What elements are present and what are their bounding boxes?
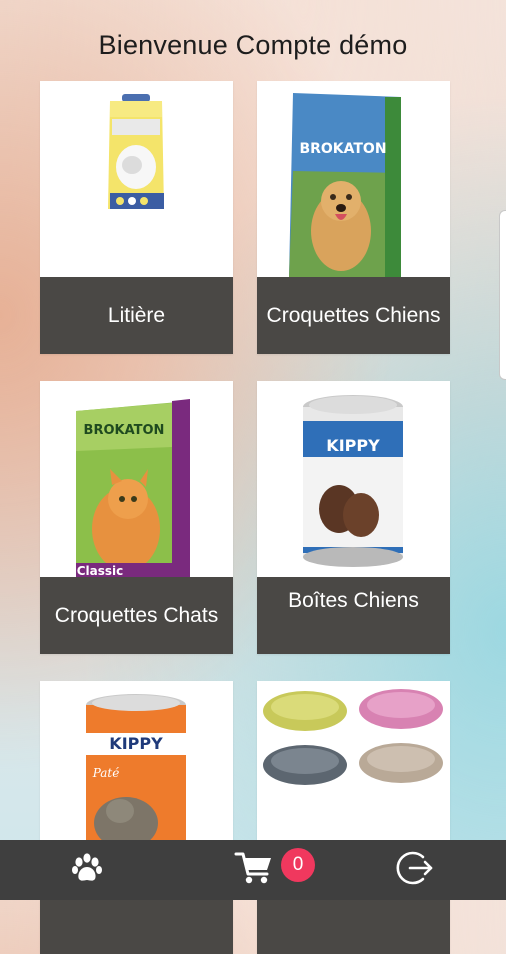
logout-button[interactable] — [388, 840, 442, 900]
category-label: Boîtes Chiens — [257, 577, 450, 654]
brand-text: BROKATON — [84, 423, 165, 438]
category-label: Croquettes Chats — [40, 577, 233, 654]
category-label: Croquettes Chiens — [257, 277, 450, 354]
cart-count-badge: 0 — [281, 848, 315, 882]
variant-text: Paté — [92, 766, 120, 780]
home-button[interactable] — [60, 840, 114, 900]
brand-text: KIPPY — [326, 436, 380, 455]
category-label: Litière — [40, 277, 233, 354]
cart-button[interactable] — [224, 840, 284, 900]
page-title: Bienvenue Compte démo — [98, 30, 408, 60]
category-card-croquettes-chiens[interactable]: BROKATON Croquettes Chiens — [257, 81, 450, 354]
cat-food-bag-image: BROKATON Classic — [40, 381, 233, 577]
litter-bag-image — [40, 81, 233, 277]
brand-text: BROKATON — [299, 141, 386, 157]
edge-scroll-handle[interactable] — [499, 210, 506, 380]
dog-food-can-image: KIPPY — [257, 381, 450, 577]
bottom-navigation-bar: 0 — [0, 840, 506, 900]
category-card-croquettes-chats[interactable]: BROKATON Classic Croquettes Chats — [40, 381, 233, 654]
brand-text: KIPPY — [109, 734, 163, 753]
category-card-5[interactable]: KIPPY Paté — [40, 681, 233, 954]
cart-icon — [234, 850, 274, 891]
variant-text: Classic — [77, 564, 124, 577]
logout-icon — [395, 848, 435, 893]
category-card-6[interactable] — [257, 681, 450, 954]
paw-icon — [70, 851, 104, 890]
category-card-litiere[interactable]: Litière — [40, 81, 233, 354]
dog-food-bag-image: BROKATON — [257, 81, 450, 277]
category-card-boites-chiens[interactable]: KIPPY Boîtes Chiens — [257, 381, 450, 654]
